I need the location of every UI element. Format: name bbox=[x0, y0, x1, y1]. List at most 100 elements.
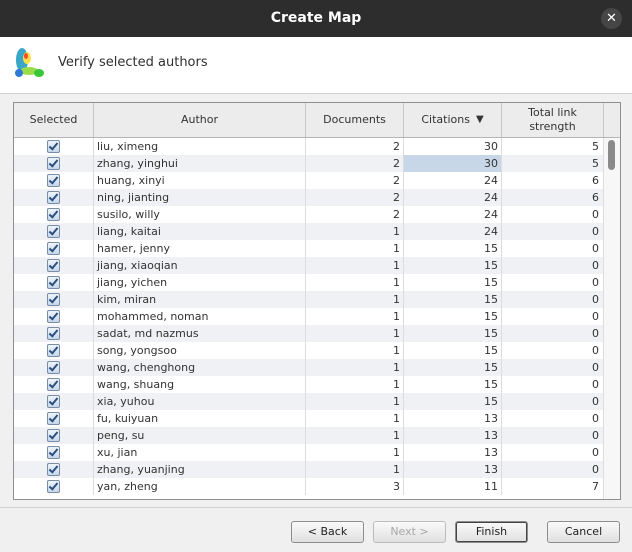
selected-checkbox[interactable] bbox=[47, 462, 60, 476]
cell-documents: 2 bbox=[306, 172, 404, 189]
cell-documents: 2 bbox=[306, 138, 404, 155]
cell-citations: 15 bbox=[404, 393, 502, 410]
column-header-documents[interactable]: Documents bbox=[306, 103, 404, 137]
cell-author: susilo, willy bbox=[94, 206, 306, 223]
table-row[interactable]: peng, su 1 13 0 bbox=[14, 427, 604, 444]
cell-selected bbox=[14, 478, 94, 495]
selected-checkbox[interactable] bbox=[47, 207, 60, 221]
cell-documents: 1 bbox=[306, 240, 404, 257]
cell-selected bbox=[14, 308, 94, 325]
cell-documents: 1 bbox=[306, 223, 404, 240]
cell-selected bbox=[14, 223, 94, 240]
table-row[interactable]: sadat, md nazmus 1 15 0 bbox=[14, 325, 604, 342]
table-row[interactable]: jiang, yichen 1 15 0 bbox=[14, 274, 604, 291]
cell-selected bbox=[14, 257, 94, 274]
table-row[interactable]: wang, chenghong 1 15 0 bbox=[14, 359, 604, 376]
back-button[interactable]: < Back bbox=[291, 521, 364, 543]
selected-checkbox[interactable] bbox=[47, 190, 60, 204]
selected-checkbox[interactable] bbox=[47, 156, 60, 170]
table-header: Selected Author Documents Citations ▼ Tot… bbox=[14, 103, 604, 138]
table-row[interactable]: huang, xinyi 2 24 6 bbox=[14, 172, 604, 189]
table-row[interactable]: zhang, yuanjing 1 13 0 bbox=[14, 461, 604, 478]
selected-checkbox[interactable] bbox=[47, 360, 60, 374]
next-button[interactable]: Next > bbox=[373, 521, 446, 543]
sort-descending-icon: ▼ bbox=[475, 114, 484, 125]
table-row[interactable]: susilo, willy 2 24 0 bbox=[14, 206, 604, 223]
selected-checkbox[interactable] bbox=[47, 258, 60, 272]
cell-author: jiang, yichen bbox=[94, 274, 306, 291]
cell-author: liu, ximeng bbox=[94, 138, 306, 155]
table-row[interactable]: kim, miran 1 15 0 bbox=[14, 291, 604, 308]
selected-checkbox[interactable] bbox=[47, 173, 60, 187]
cell-total-link-strength: 6 bbox=[502, 189, 604, 206]
table-row[interactable]: xu, jian 1 13 0 bbox=[14, 444, 604, 461]
scrollbar-thumb[interactable] bbox=[608, 140, 615, 170]
column-header-selected[interactable]: Selected bbox=[14, 103, 94, 137]
cell-documents: 1 bbox=[306, 410, 404, 427]
cell-total-link-strength: 0 bbox=[502, 291, 604, 308]
cell-selected bbox=[14, 410, 94, 427]
cell-documents: 1 bbox=[306, 291, 404, 308]
column-header-total-link-strength[interactable]: Total link strength bbox=[502, 103, 604, 137]
cell-selected bbox=[14, 342, 94, 359]
table-row[interactable]: wang, shuang 1 15 0 bbox=[14, 376, 604, 393]
cell-selected bbox=[14, 376, 94, 393]
column-header-citations[interactable]: Citations ▼ bbox=[404, 103, 502, 137]
cell-author: xia, yuhou bbox=[94, 393, 306, 410]
selected-checkbox[interactable] bbox=[47, 479, 60, 493]
selected-checkbox[interactable] bbox=[47, 139, 60, 153]
selected-checkbox[interactable] bbox=[47, 343, 60, 357]
selected-checkbox[interactable] bbox=[47, 292, 60, 306]
cell-citations: 13 bbox=[404, 410, 502, 427]
cell-selected bbox=[14, 444, 94, 461]
cell-author: zhang, yuanjing bbox=[94, 461, 306, 478]
finish-button[interactable]: Finish bbox=[455, 521, 528, 543]
selected-checkbox[interactable] bbox=[47, 411, 60, 425]
table-row[interactable]: yan, zheng 3 11 7 bbox=[14, 478, 604, 495]
cell-author: huang, xinyi bbox=[94, 172, 306, 189]
selected-checkbox[interactable] bbox=[47, 445, 60, 459]
cell-documents: 1 bbox=[306, 274, 404, 291]
selected-checkbox[interactable] bbox=[47, 309, 60, 323]
table-row[interactable]: liang, kaitai 1 24 0 bbox=[14, 223, 604, 240]
selected-checkbox[interactable] bbox=[47, 377, 60, 391]
cell-selected bbox=[14, 172, 94, 189]
cell-selected bbox=[14, 274, 94, 291]
selected-checkbox[interactable] bbox=[47, 394, 60, 408]
cell-author: mohammed, noman bbox=[94, 308, 306, 325]
selected-checkbox[interactable] bbox=[47, 275, 60, 289]
table-row[interactable]: liu, ximeng 2 30 5 bbox=[14, 138, 604, 155]
cell-total-link-strength: 0 bbox=[502, 444, 604, 461]
table-row[interactable]: song, yongsoo 1 15 0 bbox=[14, 342, 604, 359]
cell-selected bbox=[14, 291, 94, 308]
selected-checkbox[interactable] bbox=[47, 241, 60, 255]
cell-total-link-strength: 0 bbox=[502, 393, 604, 410]
vertical-scrollbar[interactable] bbox=[603, 138, 620, 499]
cancel-button[interactable]: Cancel bbox=[547, 521, 620, 543]
table-row[interactable]: fu, kuiyuan 1 13 0 bbox=[14, 410, 604, 427]
table-body: liu, ximeng 2 30 5 zhang, yinghui 2 30 5 huang, … bbox=[14, 138, 604, 499]
cell-total-link-strength: 6 bbox=[502, 172, 604, 189]
table-row[interactable]: ning, jianting 2 24 6 bbox=[14, 189, 604, 206]
column-header-author[interactable]: Author bbox=[94, 103, 306, 137]
cell-documents: 1 bbox=[306, 376, 404, 393]
close-button[interactable]: ✕ bbox=[601, 8, 622, 29]
cell-citations: 13 bbox=[404, 461, 502, 478]
table-row[interactable]: mohammed, noman 1 15 0 bbox=[14, 308, 604, 325]
cell-citations: 24 bbox=[404, 189, 502, 206]
selected-checkbox[interactable] bbox=[47, 224, 60, 238]
cell-author: zhang, yinghui bbox=[94, 155, 306, 172]
cell-total-link-strength: 0 bbox=[502, 410, 604, 427]
selected-checkbox[interactable] bbox=[47, 326, 60, 340]
cell-selected bbox=[14, 189, 94, 206]
table-row[interactable]: zhang, yinghui 2 30 5 bbox=[14, 155, 604, 172]
cell-total-link-strength: 0 bbox=[502, 206, 604, 223]
header-area: Verify selected authors bbox=[0, 37, 632, 93]
cell-author: kim, miran bbox=[94, 291, 306, 308]
table-row[interactable]: xia, yuhou 1 15 0 bbox=[14, 393, 604, 410]
table-row[interactable]: hamer, jenny 1 15 0 bbox=[14, 240, 604, 257]
close-icon: ✕ bbox=[606, 11, 617, 26]
table-row[interactable]: jiang, xiaoqian 1 15 0 bbox=[14, 257, 604, 274]
selected-checkbox[interactable] bbox=[47, 428, 60, 442]
cell-citations: 15 bbox=[404, 376, 502, 393]
